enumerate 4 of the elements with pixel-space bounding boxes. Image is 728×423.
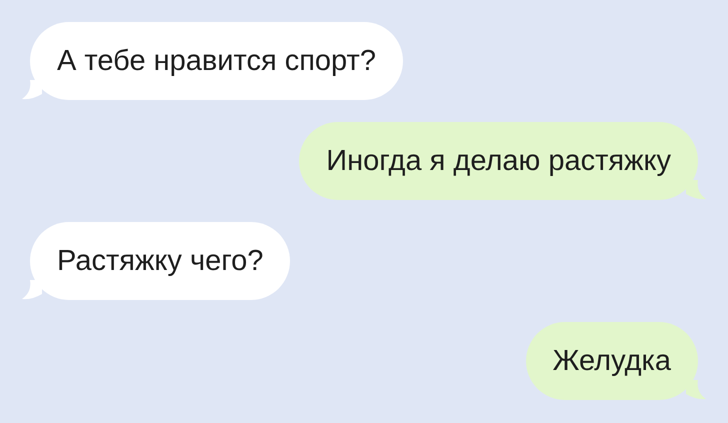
bubble-tail [686, 380, 706, 400]
bubble-tail [686, 180, 706, 200]
bubble-tail [22, 280, 42, 300]
bubble-tail [22, 80, 42, 100]
